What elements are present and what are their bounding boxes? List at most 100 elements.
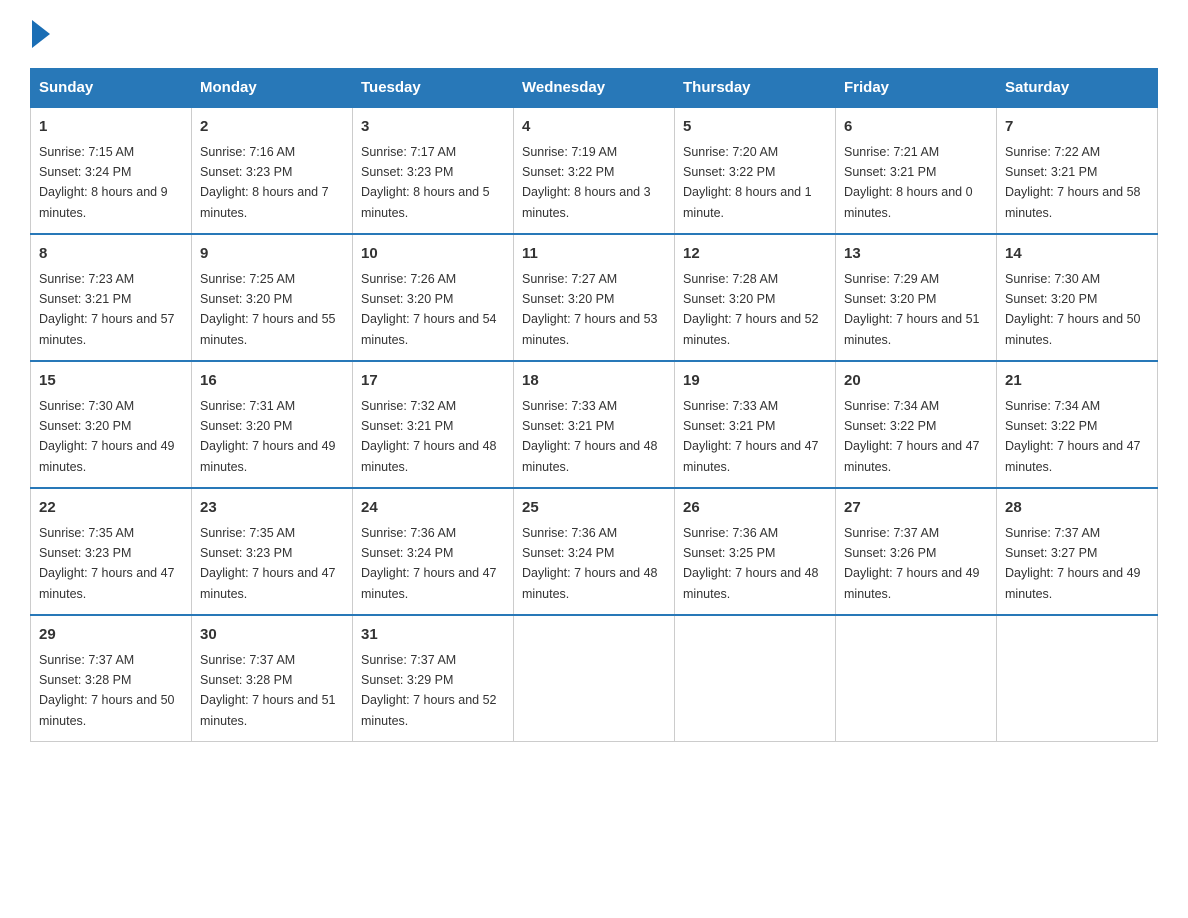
- calendar-cell: 17 Sunrise: 7:32 AMSunset: 3:21 PMDaylig…: [353, 361, 514, 488]
- calendar-cell: 20 Sunrise: 7:34 AMSunset: 3:22 PMDaylig…: [836, 361, 997, 488]
- logo-arrow-icon: [32, 20, 50, 48]
- col-header-thursday: Thursday: [675, 69, 836, 108]
- day-info: Sunrise: 7:30 AMSunset: 3:20 PMDaylight:…: [39, 399, 175, 474]
- page-header: [30, 20, 1158, 48]
- calendar-cell: 31 Sunrise: 7:37 AMSunset: 3:29 PMDaylig…: [353, 615, 514, 742]
- day-number: 5: [683, 116, 827, 139]
- calendar-cell: 30 Sunrise: 7:37 AMSunset: 3:28 PMDaylig…: [192, 615, 353, 742]
- day-number: 4: [522, 116, 666, 139]
- day-number: 11: [522, 243, 666, 266]
- day-info: Sunrise: 7:15 AMSunset: 3:24 PMDaylight:…: [39, 145, 168, 220]
- day-info: Sunrise: 7:19 AMSunset: 3:22 PMDaylight:…: [522, 145, 651, 220]
- calendar-cell: 29 Sunrise: 7:37 AMSunset: 3:28 PMDaylig…: [31, 615, 192, 742]
- calendar-cell: 16 Sunrise: 7:31 AMSunset: 3:20 PMDaylig…: [192, 361, 353, 488]
- day-number: 27: [844, 497, 988, 520]
- day-number: 25: [522, 497, 666, 520]
- day-number: 16: [200, 370, 344, 393]
- day-number: 14: [1005, 243, 1149, 266]
- calendar-cell: 7 Sunrise: 7:22 AMSunset: 3:21 PMDayligh…: [997, 107, 1158, 234]
- calendar-cell: 8 Sunrise: 7:23 AMSunset: 3:21 PMDayligh…: [31, 234, 192, 361]
- week-row-1: 1 Sunrise: 7:15 AMSunset: 3:24 PMDayligh…: [31, 107, 1158, 234]
- day-number: 1: [39, 116, 183, 139]
- calendar-table: SundayMondayTuesdayWednesdayThursdayFrid…: [30, 68, 1158, 742]
- day-info: Sunrise: 7:37 AMSunset: 3:28 PMDaylight:…: [200, 653, 336, 728]
- day-number: 28: [1005, 497, 1149, 520]
- day-info: Sunrise: 7:37 AMSunset: 3:28 PMDaylight:…: [39, 653, 175, 728]
- calendar-cell: 18 Sunrise: 7:33 AMSunset: 3:21 PMDaylig…: [514, 361, 675, 488]
- col-header-friday: Friday: [836, 69, 997, 108]
- day-number: 12: [683, 243, 827, 266]
- week-row-5: 29 Sunrise: 7:37 AMSunset: 3:28 PMDaylig…: [31, 615, 1158, 742]
- day-info: Sunrise: 7:29 AMSunset: 3:20 PMDaylight:…: [844, 272, 980, 347]
- day-info: Sunrise: 7:36 AMSunset: 3:25 PMDaylight:…: [683, 526, 819, 601]
- day-number: 6: [844, 116, 988, 139]
- day-info: Sunrise: 7:37 AMSunset: 3:26 PMDaylight:…: [844, 526, 980, 601]
- calendar-cell: 25 Sunrise: 7:36 AMSunset: 3:24 PMDaylig…: [514, 488, 675, 615]
- calendar-cell: [836, 615, 997, 742]
- week-row-3: 15 Sunrise: 7:30 AMSunset: 3:20 PMDaylig…: [31, 361, 1158, 488]
- day-number: 23: [200, 497, 344, 520]
- day-info: Sunrise: 7:23 AMSunset: 3:21 PMDaylight:…: [39, 272, 175, 347]
- calendar-cell: 13 Sunrise: 7:29 AMSunset: 3:20 PMDaylig…: [836, 234, 997, 361]
- calendar-cell: 3 Sunrise: 7:17 AMSunset: 3:23 PMDayligh…: [353, 107, 514, 234]
- day-number: 10: [361, 243, 505, 266]
- day-number: 24: [361, 497, 505, 520]
- col-header-monday: Monday: [192, 69, 353, 108]
- day-number: 13: [844, 243, 988, 266]
- day-number: 21: [1005, 370, 1149, 393]
- calendar-cell: 14 Sunrise: 7:30 AMSunset: 3:20 PMDaylig…: [997, 234, 1158, 361]
- day-info: Sunrise: 7:34 AMSunset: 3:22 PMDaylight:…: [844, 399, 980, 474]
- day-info: Sunrise: 7:34 AMSunset: 3:22 PMDaylight:…: [1005, 399, 1141, 474]
- calendar-cell: 21 Sunrise: 7:34 AMSunset: 3:22 PMDaylig…: [997, 361, 1158, 488]
- day-info: Sunrise: 7:37 AMSunset: 3:27 PMDaylight:…: [1005, 526, 1141, 601]
- day-info: Sunrise: 7:21 AMSunset: 3:21 PMDaylight:…: [844, 145, 973, 220]
- col-header-sunday: Sunday: [31, 69, 192, 108]
- day-number: 30: [200, 624, 344, 647]
- day-info: Sunrise: 7:36 AMSunset: 3:24 PMDaylight:…: [361, 526, 497, 601]
- calendar-cell: 22 Sunrise: 7:35 AMSunset: 3:23 PMDaylig…: [31, 488, 192, 615]
- day-number: 15: [39, 370, 183, 393]
- week-row-2: 8 Sunrise: 7:23 AMSunset: 3:21 PMDayligh…: [31, 234, 1158, 361]
- day-info: Sunrise: 7:16 AMSunset: 3:23 PMDaylight:…: [200, 145, 329, 220]
- day-info: Sunrise: 7:30 AMSunset: 3:20 PMDaylight:…: [1005, 272, 1141, 347]
- calendar-cell: 1 Sunrise: 7:15 AMSunset: 3:24 PMDayligh…: [31, 107, 192, 234]
- day-info: Sunrise: 7:36 AMSunset: 3:24 PMDaylight:…: [522, 526, 658, 601]
- calendar-cell: 24 Sunrise: 7:36 AMSunset: 3:24 PMDaylig…: [353, 488, 514, 615]
- day-info: Sunrise: 7:33 AMSunset: 3:21 PMDaylight:…: [522, 399, 658, 474]
- calendar-cell: 2 Sunrise: 7:16 AMSunset: 3:23 PMDayligh…: [192, 107, 353, 234]
- col-header-wednesday: Wednesday: [514, 69, 675, 108]
- day-number: 9: [200, 243, 344, 266]
- calendar-cell: 26 Sunrise: 7:36 AMSunset: 3:25 PMDaylig…: [675, 488, 836, 615]
- day-info: Sunrise: 7:26 AMSunset: 3:20 PMDaylight:…: [361, 272, 497, 347]
- day-number: 7: [1005, 116, 1149, 139]
- calendar-cell: [514, 615, 675, 742]
- day-info: Sunrise: 7:31 AMSunset: 3:20 PMDaylight:…: [200, 399, 336, 474]
- calendar-cell: 15 Sunrise: 7:30 AMSunset: 3:20 PMDaylig…: [31, 361, 192, 488]
- day-number: 26: [683, 497, 827, 520]
- day-number: 20: [844, 370, 988, 393]
- calendar-cell: 10 Sunrise: 7:26 AMSunset: 3:20 PMDaylig…: [353, 234, 514, 361]
- day-number: 19: [683, 370, 827, 393]
- calendar-cell: 23 Sunrise: 7:35 AMSunset: 3:23 PMDaylig…: [192, 488, 353, 615]
- calendar-cell: [997, 615, 1158, 742]
- day-info: Sunrise: 7:33 AMSunset: 3:21 PMDaylight:…: [683, 399, 819, 474]
- day-info: Sunrise: 7:27 AMSunset: 3:20 PMDaylight:…: [522, 272, 658, 347]
- day-info: Sunrise: 7:35 AMSunset: 3:23 PMDaylight:…: [200, 526, 336, 601]
- day-info: Sunrise: 7:28 AMSunset: 3:20 PMDaylight:…: [683, 272, 819, 347]
- day-info: Sunrise: 7:35 AMSunset: 3:23 PMDaylight:…: [39, 526, 175, 601]
- day-info: Sunrise: 7:17 AMSunset: 3:23 PMDaylight:…: [361, 145, 490, 220]
- col-header-saturday: Saturday: [997, 69, 1158, 108]
- calendar-cell: 11 Sunrise: 7:27 AMSunset: 3:20 PMDaylig…: [514, 234, 675, 361]
- col-header-tuesday: Tuesday: [353, 69, 514, 108]
- day-number: 18: [522, 370, 666, 393]
- calendar-cell: 5 Sunrise: 7:20 AMSunset: 3:22 PMDayligh…: [675, 107, 836, 234]
- week-row-4: 22 Sunrise: 7:35 AMSunset: 3:23 PMDaylig…: [31, 488, 1158, 615]
- calendar-cell: 9 Sunrise: 7:25 AMSunset: 3:20 PMDayligh…: [192, 234, 353, 361]
- day-info: Sunrise: 7:32 AMSunset: 3:21 PMDaylight:…: [361, 399, 497, 474]
- logo: [30, 20, 50, 48]
- day-number: 17: [361, 370, 505, 393]
- day-number: 3: [361, 116, 505, 139]
- day-info: Sunrise: 7:20 AMSunset: 3:22 PMDaylight:…: [683, 145, 812, 220]
- day-number: 2: [200, 116, 344, 139]
- day-number: 29: [39, 624, 183, 647]
